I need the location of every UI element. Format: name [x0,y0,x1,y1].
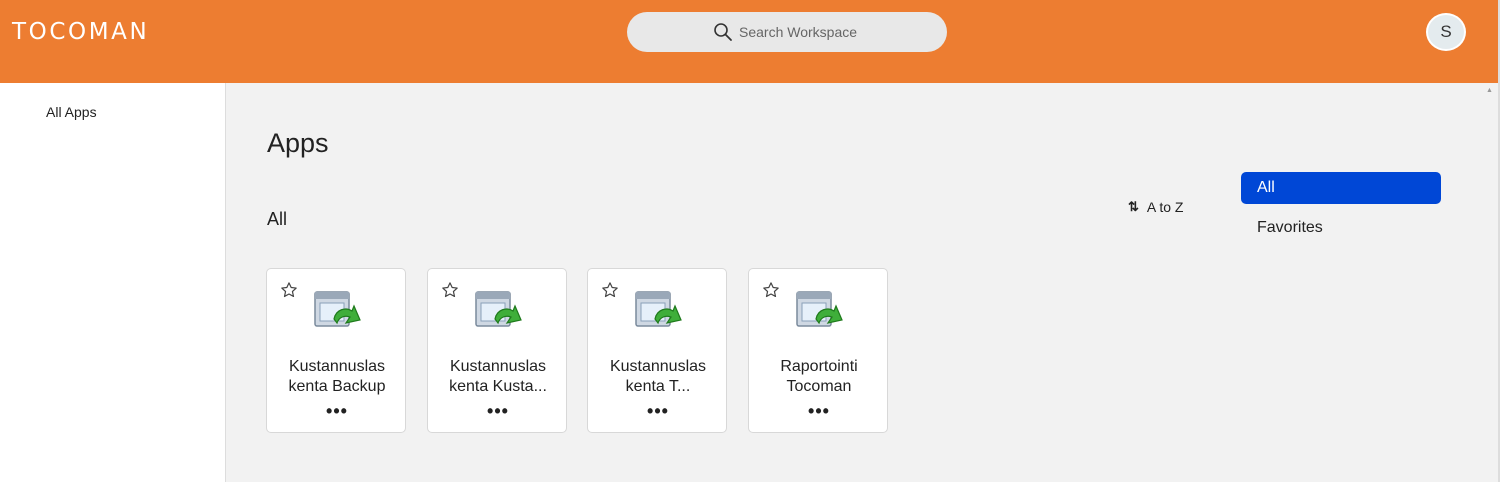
top-bar: TOCOMAN S [0,0,1500,83]
app-window-arrow-icon [314,291,361,327]
app-window-arrow-icon [475,291,522,327]
more-options-button[interactable]: ••• [805,402,833,421]
more-options-button[interactable]: ••• [323,402,351,421]
star-icon[interactable] [762,281,780,299]
more-options-button[interactable]: ••• [644,402,672,421]
scroll-up-arrow-icon[interactable]: ▲ [1486,87,1494,95]
app-card[interactable]: Kustannuslas kenta Backup ••• [266,268,406,433]
user-avatar[interactable]: S [1426,13,1466,51]
app-name: Kustannuslas kenta T... [609,358,707,395]
search-icon [714,23,732,41]
app-name: Kustannuslas kenta Backup [288,358,386,395]
search-input[interactable] [739,20,939,44]
app-name: Kustannuslas kenta Kusta... [449,358,547,395]
sort-arrows-icon: ⇅ [1128,199,1139,214]
sort-button[interactable]: ⇅ A to Z [1128,199,1183,215]
app-window-arrow-icon [635,291,682,327]
page-title: Apps [267,128,329,158]
filter-favorites-button[interactable]: Favorites [1257,219,1323,237]
filter-all-button[interactable]: All [1241,172,1441,204]
app-card[interactable]: Kustannuslas kenta Kusta... ••• [427,268,567,433]
search-box[interactable] [627,12,947,52]
tocoman-logo[interactable]: TOCOMAN [12,19,149,45]
sidebar-item-all-apps[interactable]: All Apps [46,104,97,120]
app-card[interactable]: Kustannuslas kenta T... ••• [587,268,727,433]
app-window-arrow-icon [796,291,843,327]
more-options-button[interactable]: ••• [484,402,512,421]
sort-label: A to Z [1146,199,1184,215]
app-card[interactable]: Raportointi Tocoman ••• [748,268,888,433]
sidebar: All Apps [0,83,226,482]
section-title: All [267,209,288,229]
star-icon[interactable] [601,281,619,299]
star-icon[interactable] [280,281,298,299]
app-name: Raportointi Tocoman [780,358,858,395]
star-icon[interactable] [441,281,459,299]
